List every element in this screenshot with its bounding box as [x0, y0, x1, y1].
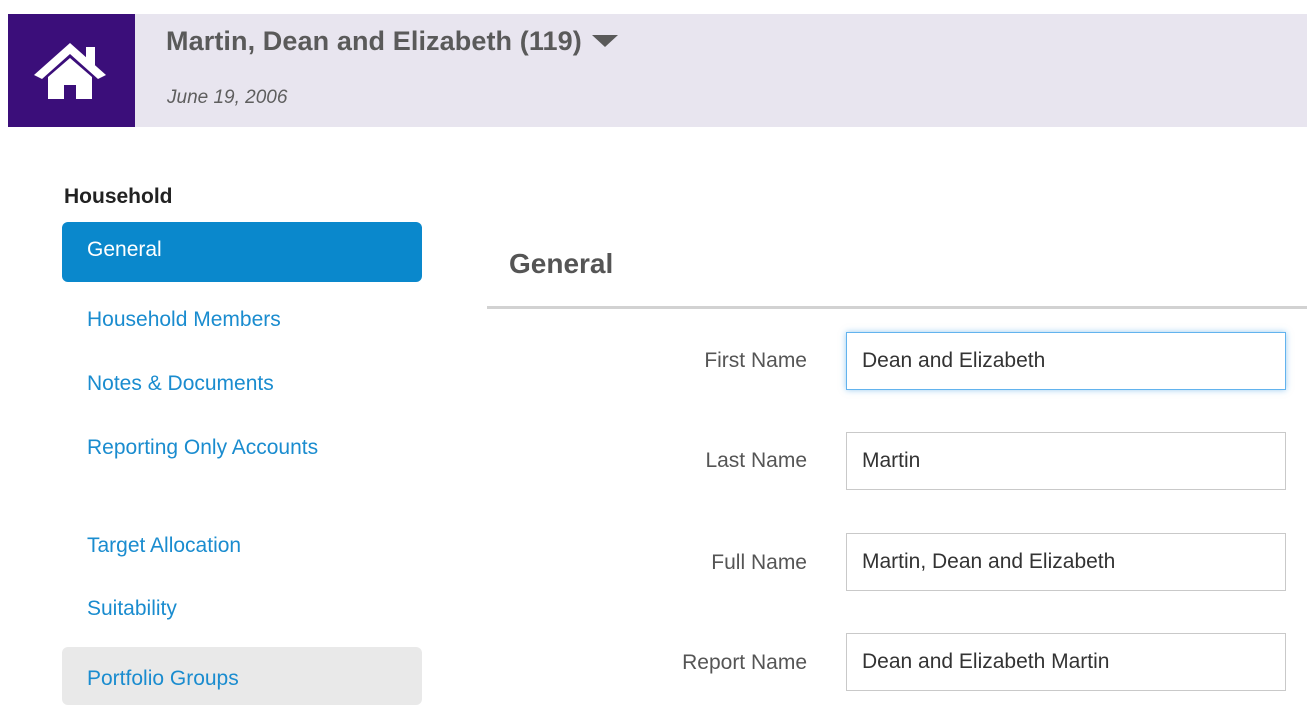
sidebar-item-label: Target Allocation: [87, 534, 242, 557]
household-date: June 19, 2006: [167, 87, 288, 108]
sidebar-heading: Household: [64, 185, 173, 208]
sidebar-item-reporting-only-accounts[interactable]: Reporting Only Accounts: [62, 436, 362, 459]
section-divider: [487, 306, 1307, 309]
sidebar-item-label: Portfolio Groups: [87, 666, 239, 690]
full-name-input[interactable]: [846, 533, 1286, 591]
sidebar-item-label: Suitability: [87, 597, 177, 620]
first-name-input[interactable]: [846, 332, 1286, 390]
household-header: Martin, Dean and Elizabeth (119) June 19…: [8, 14, 1307, 127]
report-name-input[interactable]: [846, 633, 1286, 691]
sidebar-item-household-members[interactable]: Household Members: [62, 309, 422, 330]
sidebar-item-label: Notes & Documents: [87, 372, 274, 395]
last-name-input[interactable]: [846, 432, 1286, 490]
home-button[interactable]: [8, 14, 135, 127]
full-name-label: Full Name: [711, 551, 807, 574]
sidebar-item-label: Reporting Only Accounts: [87, 436, 319, 459]
sidebar-item-target-allocation[interactable]: Target Allocation: [62, 535, 422, 556]
sidebar-item-label: General: [87, 237, 162, 261]
household-selector[interactable]: Martin, Dean and Elizabeth (119): [166, 26, 618, 57]
last-name-label: Last Name: [705, 449, 807, 472]
household-title: Martin, Dean and Elizabeth (119): [166, 26, 582, 56]
sidebar-item-notes-documents[interactable]: Notes & Documents: [62, 373, 422, 394]
sidebar-item-label: Household Members: [87, 308, 281, 331]
section-title: General: [509, 248, 614, 279]
report-name-label: Report Name: [682, 651, 807, 674]
sidebar-item-suitability[interactable]: Suitability: [62, 598, 422, 619]
home-icon: [34, 43, 106, 99]
sidebar-item-general[interactable]: General: [62, 222, 422, 282]
sidebar-item-portfolio-groups[interactable]: Portfolio Groups: [62, 647, 422, 705]
caret-down-icon: [591, 34, 618, 47]
first-name-label: First Name: [704, 349, 807, 372]
